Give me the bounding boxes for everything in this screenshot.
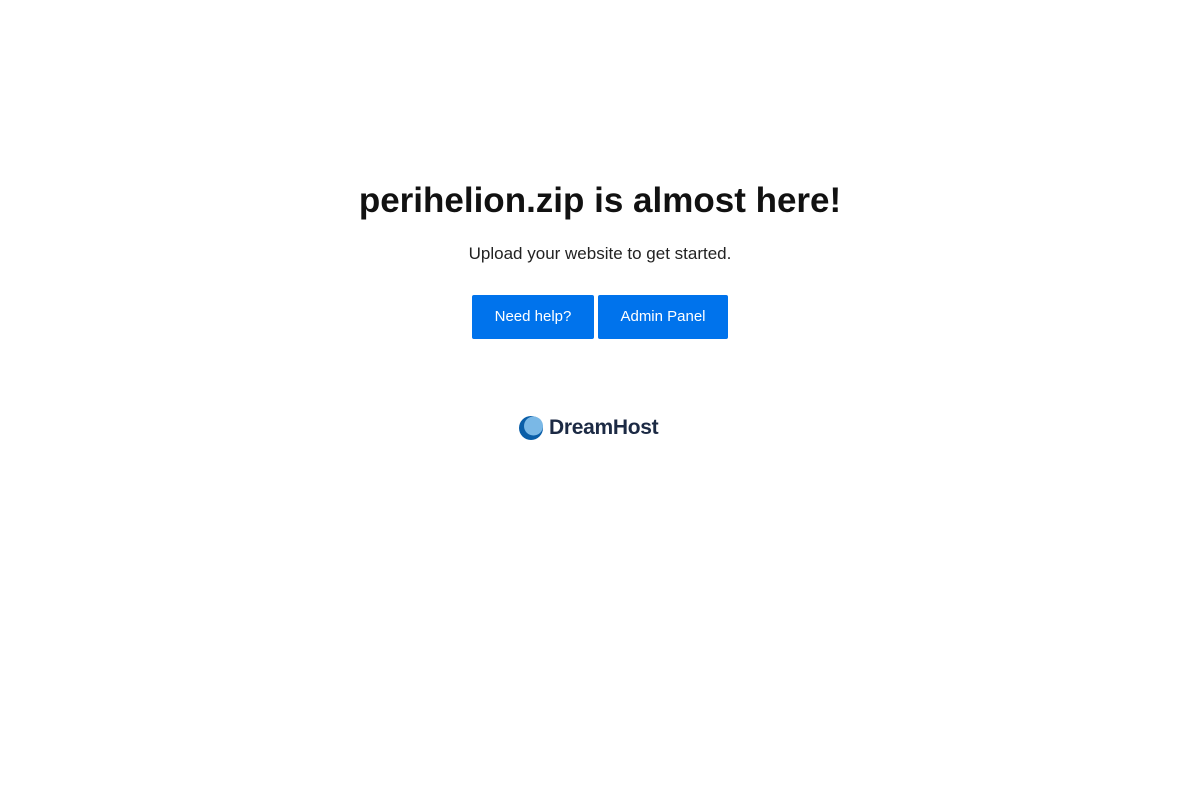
action-buttons: Need help? Admin Panel — [0, 295, 1200, 339]
page-title: perihelion.zip is almost here! — [358, 181, 842, 220]
logo-text: DreamHost — [549, 416, 659, 439]
page: perihelion.zip is almost here! Upload yo… — [0, 0, 1200, 800]
page-subtitle: Upload your website to get started. — [468, 244, 732, 263]
admin-panel-button[interactable]: Admin Panel — [598, 295, 728, 339]
need-help-button[interactable]: Need help? — [472, 295, 594, 339]
dreamhost-logo[interactable]: DreamHost — [518, 414, 688, 442]
dreamhost-moon-icon — [518, 415, 544, 441]
